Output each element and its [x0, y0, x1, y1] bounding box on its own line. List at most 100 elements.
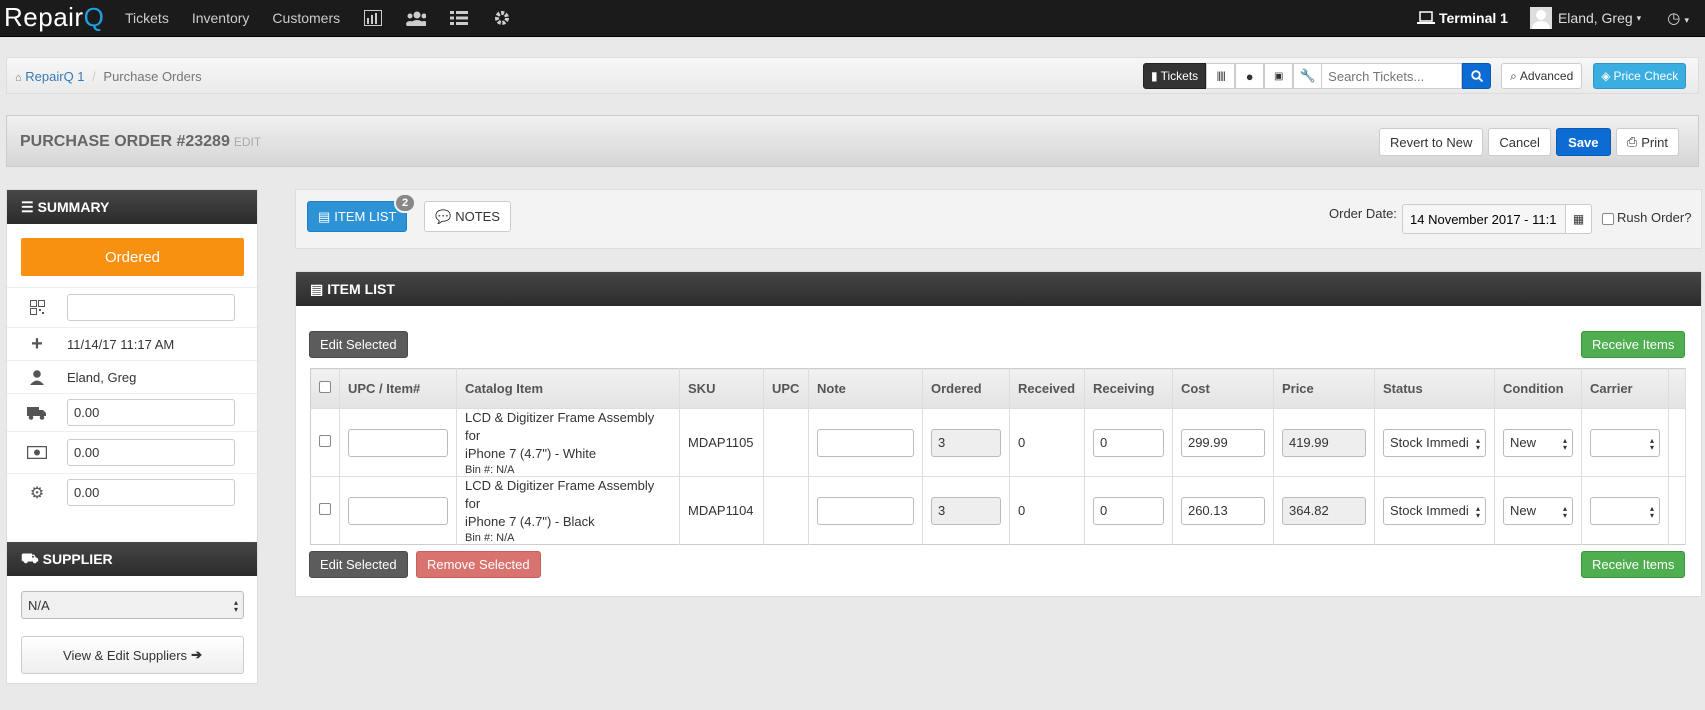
receiving-input[interactable] [1092, 428, 1164, 457]
carrier-select[interactable] [1589, 496, 1660, 525]
catalog-item-variant: iPhone 7 (4.7") - Black [465, 514, 595, 529]
view-edit-suppliers-button[interactable]: View & Edit Suppliers ➔ [21, 636, 244, 674]
laptop-icon [1416, 11, 1435, 24]
condition-value: New [1509, 503, 1536, 518]
status-value: Stock Immedi [1389, 503, 1469, 518]
nav-customers[interactable]: Customers [272, 10, 340, 26]
breadcrumb: ⌂ RepairQ 1 / Purchase Orders [15, 69, 202, 84]
carrier-select[interactable] [1589, 428, 1660, 457]
money-search-mode-button[interactable]: ▣ [1264, 63, 1294, 89]
row-checkbox[interactable] [319, 435, 331, 447]
col-status: Status [1374, 368, 1495, 409]
condition-value: New [1509, 435, 1536, 450]
status-value: Stock Immedi [1389, 435, 1469, 450]
received-cell: 0 [1009, 408, 1085, 477]
settings-gear-icon[interactable] [492, 9, 512, 27]
list-icon[interactable] [449, 9, 469, 27]
order-status-badge[interactable]: Ordered [21, 238, 244, 276]
item-list-header: ▤ ITEM LIST [296, 272, 1701, 306]
table-row: LCD & Digitizer Frame Assembly for iPhone… [310, 408, 1687, 477]
breadcrumb-current: Purchase Orders [103, 69, 202, 84]
reference-code-input[interactable] [67, 294, 235, 321]
tickets-search-mode-button[interactable]: ▮ Tickets [1143, 63, 1207, 89]
print-button[interactable]: ⎙ Print [1615, 128, 1679, 156]
tab-notes-label: NOTES [455, 209, 500, 224]
receive-items-button-top[interactable]: Receive Items [1581, 331, 1686, 358]
search-button[interactable] [1462, 63, 1492, 89]
nav-tickets[interactable]: Tickets [125, 10, 169, 26]
supplier-select[interactable]: N/A [21, 591, 244, 619]
cancel-button[interactable]: Cancel [1488, 128, 1551, 156]
col-condition: Condition [1494, 368, 1582, 409]
tab-notes[interactable]: 💬 NOTES [424, 201, 511, 232]
tickets-mode-label: Tickets [1160, 69, 1199, 83]
summary-shipping-row [7, 393, 257, 431]
note-input[interactable] [816, 428, 914, 457]
list-icon: ☰ [21, 198, 34, 215]
page-title-text: PURCHASE ORDER #23289 [20, 133, 230, 150]
advanced-search-button[interactable]: ⌕ Advanced [1501, 63, 1583, 89]
price-check-button[interactable]: ◈ Price Check [1593, 63, 1687, 89]
bin-number: Bin #: N/A [465, 464, 515, 476]
receive-items-button-bottom[interactable]: Receive Items [1581, 551, 1686, 578]
created-by-user: Eland, Greg [67, 369, 137, 385]
col-upc-item: UPC / Item# [339, 368, 457, 409]
upc-item-input[interactable] [348, 428, 448, 457]
home-icon: ⌂ [15, 72, 22, 84]
search-tickets-input[interactable] [1322, 63, 1463, 89]
tag-icon: ◈ [1601, 69, 1611, 83]
supplier-heading: SUPPLIER [42, 551, 113, 567]
upc-cell [763, 476, 809, 545]
print-label: Print [1641, 134, 1668, 150]
breadcrumb-home-link[interactable]: RepairQ 1 [25, 69, 84, 84]
rush-order-label: Rush Order? [1617, 210, 1692, 225]
col-ordered: Ordered [922, 368, 1010, 409]
edit-selected-button-bottom[interactable]: Edit Selected [309, 551, 408, 578]
calendar-button[interactable]: ▦ [1565, 204, 1592, 234]
note-input[interactable] [816, 496, 914, 525]
edit-selected-button-top[interactable]: Edit Selected [309, 331, 408, 358]
arrow-right-icon: ➔ [191, 647, 202, 662]
col-carrier: Carrier [1581, 368, 1669, 409]
status-select[interactable]: Stock Immedi [1382, 428, 1486, 457]
breadcrumb-separator: / [92, 69, 96, 84]
other-fees-input[interactable] [67, 479, 235, 506]
cost-input[interactable] [1180, 496, 1265, 525]
condition-select[interactable]: New [1502, 428, 1573, 457]
reports-chart-icon[interactable] [363, 9, 383, 27]
app-logo[interactable]: RepairQ [4, 2, 104, 33]
user-menu[interactable]: Eland, Greg [1558, 10, 1633, 26]
summary-other-row: ⚙ [7, 473, 257, 511]
remove-selected-button[interactable]: Remove Selected [416, 551, 541, 578]
price-check-label: Price Check [1613, 69, 1679, 83]
tab-item-list[interactable]: ▤ ITEM LIST [307, 201, 408, 232]
users-group-icon[interactable] [406, 9, 427, 27]
nav-inventory[interactable]: Inventory [192, 10, 250, 26]
col-sku: SKU [679, 368, 764, 409]
summary-header: ☰ SUMMARY [7, 190, 257, 224]
save-button[interactable]: Save [1555, 128, 1611, 156]
col-received: Received [1009, 368, 1085, 409]
row-checkbox[interactable] [319, 503, 331, 515]
clock-icon[interactable]: ◷ ▾ [1667, 9, 1689, 27]
cost-input[interactable] [1180, 428, 1265, 457]
rush-order-checkbox[interactable] [1602, 213, 1614, 225]
price-input [1281, 428, 1366, 457]
repair-search-mode-button[interactable]: 🔧 [1293, 63, 1323, 89]
status-select[interactable]: Stock Immedi [1382, 496, 1486, 525]
condition-select[interactable]: New [1502, 496, 1573, 525]
revert-to-new-button[interactable]: Revert to New [1379, 128, 1484, 156]
terminal-selector[interactable]: Terminal 1 [1416, 10, 1508, 26]
item-list-heading: ITEM LIST [327, 281, 395, 297]
shipping-cost-input[interactable] [67, 399, 235, 426]
upc-item-input[interactable] [348, 496, 448, 525]
inventory-search-mode-button[interactable]: ||||| [1206, 63, 1236, 89]
customer-search-mode-button[interactable]: ● [1235, 63, 1265, 89]
order-date-input[interactable] [1402, 204, 1566, 234]
tax-input[interactable] [67, 439, 235, 466]
summary-tax-row [7, 431, 257, 473]
advanced-label: Advanced [1519, 69, 1574, 83]
receiving-input[interactable] [1092, 496, 1164, 525]
user-icon [7, 369, 67, 385]
select-all-checkbox[interactable] [319, 381, 331, 393]
